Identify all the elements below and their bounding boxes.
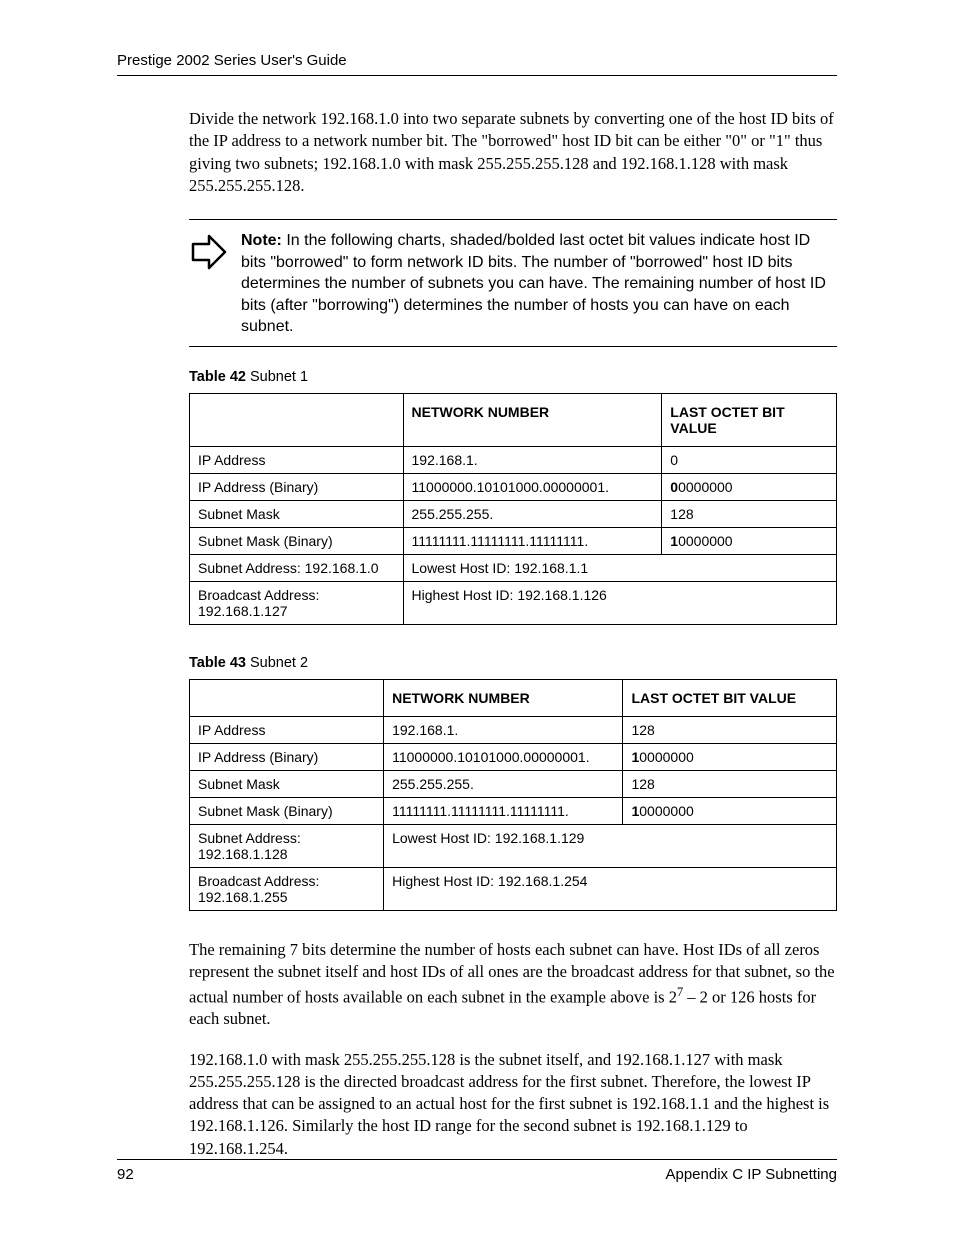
- note-block: Note: In the following charts, shaded/bo…: [189, 226, 837, 346]
- table42-caption-title: Subnet 1: [246, 369, 308, 385]
- table-row: IP Address (Binary) 11000000.10101000.00…: [190, 474, 837, 501]
- table-row: Broadcast Address: 192.168.1.127 Highest…: [190, 582, 837, 625]
- running-head: Prestige 2002 Series User's Guide: [117, 52, 837, 76]
- section-title: Appendix C IP Subnetting: [665, 1166, 837, 1183]
- page: Prestige 2002 Series User's Guide Divide…: [0, 0, 954, 1235]
- note-text: Note: In the following charts, shaded/bo…: [241, 230, 837, 338]
- cell: 10000000: [623, 798, 837, 825]
- table42-head-blank: [190, 394, 404, 447]
- cell: 128: [623, 771, 837, 798]
- cell: 255.255.255.: [403, 501, 662, 528]
- intro-paragraph: Divide the network 192.168.1.0 into two …: [117, 108, 837, 197]
- page-number: 92: [117, 1166, 134, 1183]
- cell: 11111111.11111111.11111111.: [384, 798, 623, 825]
- cell: Lowest Host ID: 192.168.1.129: [384, 825, 837, 868]
- table42-head-octet: LAST OCTET BIT VALUE: [662, 394, 837, 447]
- cell: Broadcast Address: 192.168.1.255: [190, 868, 384, 911]
- cell: 192.168.1.: [403, 447, 662, 474]
- cell: IP Address (Binary): [190, 744, 384, 771]
- table-row: IP Address 192.168.1. 0: [190, 447, 837, 474]
- cell: Subnet Address: 192.168.1.128: [190, 825, 384, 868]
- cell: 11000000.10101000.00000001.: [403, 474, 662, 501]
- table-row: IP Address 192.168.1. 128: [190, 717, 837, 744]
- cell: 11000000.10101000.00000001.: [384, 744, 623, 771]
- table42-head-network: NETWORK NUMBER: [403, 394, 662, 447]
- hosts-paragraph: The remaining 7 bits determine the numbe…: [117, 939, 837, 1031]
- table-row: Subnet Mask (Binary) 11111111.11111111.1…: [190, 798, 837, 825]
- cell: 255.255.255.: [384, 771, 623, 798]
- table43-caption-label: Table 43: [189, 655, 246, 671]
- cell: 00000000: [662, 474, 837, 501]
- table42-caption-label: Table 42: [189, 369, 246, 385]
- cell: Subnet Mask (Binary): [190, 528, 404, 555]
- cell: Subnet Address: 192.168.1.0: [190, 555, 404, 582]
- note-label: Note:: [241, 232, 282, 249]
- cell: 11111111.11111111.11111111.: [403, 528, 662, 555]
- table-row: Subnet Mask (Binary) 11111111.11111111.1…: [190, 528, 837, 555]
- cell: 128: [623, 717, 837, 744]
- cell: 128: [662, 501, 837, 528]
- note-bottom-rule: [189, 346, 837, 347]
- cell: Subnet Mask: [190, 771, 384, 798]
- cell: Highest Host ID: 192.168.1.126: [403, 582, 837, 625]
- cell: IP Address: [190, 717, 384, 744]
- cell: Subnet Mask (Binary): [190, 798, 384, 825]
- table-header-row: NETWORK NUMBER LAST OCTET BIT VALUE: [190, 680, 837, 717]
- table-row: Subnet Mask 255.255.255. 128: [190, 771, 837, 798]
- cell: Lowest Host ID: 192.168.1.1: [403, 555, 837, 582]
- cell: Broadcast Address: 192.168.1.127: [190, 582, 404, 625]
- table-row: Broadcast Address: 192.168.1.255 Highest…: [190, 868, 837, 911]
- page-footer: 92 Appendix C IP Subnetting: [117, 1159, 837, 1183]
- cell: 0: [662, 447, 837, 474]
- cell: 10000000: [623, 744, 837, 771]
- table42: NETWORK NUMBER LAST OCTET BIT VALUE IP A…: [189, 393, 837, 625]
- table-row: Subnet Mask 255.255.255. 128: [190, 501, 837, 528]
- table-row: IP Address (Binary) 11000000.10101000.00…: [190, 744, 837, 771]
- table-row: Subnet Address: 192.168.1.128 Lowest Hos…: [190, 825, 837, 868]
- table43-head-network: NETWORK NUMBER: [384, 680, 623, 717]
- note-body: In the following charts, shaded/bolded l…: [241, 232, 826, 335]
- table43-head-blank: [190, 680, 384, 717]
- cell: IP Address: [190, 447, 404, 474]
- arrow-right-icon: [189, 232, 229, 277]
- table43-caption-title: Subnet 2: [246, 655, 308, 671]
- table-row: Subnet Address: 192.168.1.0 Lowest Host …: [190, 555, 837, 582]
- cell: Subnet Mask: [190, 501, 404, 528]
- table43: NETWORK NUMBER LAST OCTET BIT VALUE IP A…: [189, 679, 837, 911]
- table43-head-octet: LAST OCTET BIT VALUE: [623, 680, 837, 717]
- cell: 10000000: [662, 528, 837, 555]
- cell: IP Address (Binary): [190, 474, 404, 501]
- table-header-row: NETWORK NUMBER LAST OCTET BIT VALUE: [190, 394, 837, 447]
- cell: Highest Host ID: 192.168.1.254: [384, 868, 837, 911]
- table43-caption: Table 43 Subnet 2: [189, 655, 837, 671]
- note-top-rule: [189, 219, 837, 220]
- range-paragraph: 192.168.1.0 with mask 255.255.255.128 is…: [117, 1049, 837, 1160]
- table42-caption: Table 42 Subnet 1: [189, 369, 837, 385]
- cell: 192.168.1.: [384, 717, 623, 744]
